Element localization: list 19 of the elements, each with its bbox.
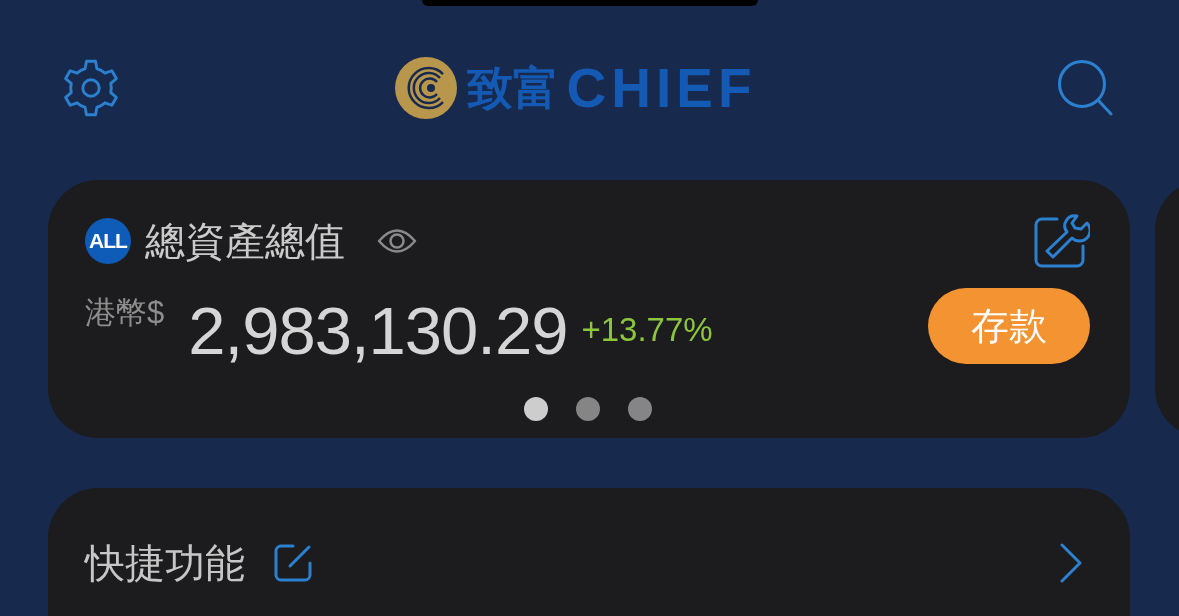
deposit-button[interactable]: 存款 <box>928 288 1090 364</box>
eye-icon[interactable] <box>377 227 417 254</box>
wrench-edit-icon[interactable] <box>1033 212 1090 269</box>
section-title: 快捷功能 <box>85 541 245 585</box>
search-icon[interactable] <box>1057 59 1113 117</box>
all-accounts-badge: ALL <box>85 217 131 264</box>
edit-icon[interactable] <box>273 543 313 583</box>
brand-wordmark: CHIEF <box>566 60 757 116</box>
page-dot[interactable] <box>523 397 548 421</box>
total-amount: 2,983,130.29 <box>188 294 568 368</box>
settings-icon[interactable] <box>62 59 120 117</box>
brand-name: 致富 <box>466 65 559 111</box>
change-percent: +13.77% <box>581 311 713 349</box>
page-dot[interactable] <box>575 397 600 421</box>
page-dot[interactable] <box>627 397 652 421</box>
card-title: 總資產總值 <box>145 218 345 263</box>
chevron-right-icon[interactable] <box>1060 543 1082 583</box>
currency-label: 港幣$ <box>85 296 165 331</box>
concentric-circle-logo-icon <box>394 57 457 119</box>
